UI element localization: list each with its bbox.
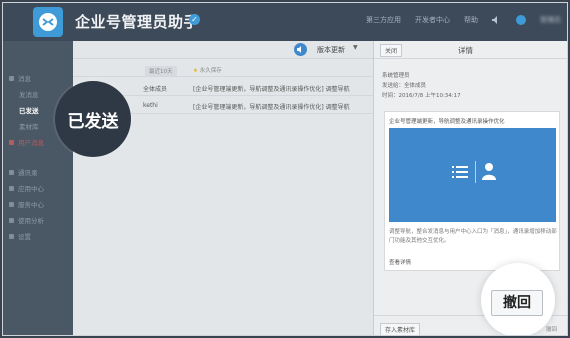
row-content: [企业号管理端更新，导航调整及通讯录操作优化] 调整导航 [193, 104, 350, 111]
sidebar-item-user-messages[interactable]: 用户消息 [9, 137, 44, 147]
detail-title: 详情 [458, 46, 473, 55]
sidebar-item-label: 素材库 [19, 123, 39, 131]
verified-icon: ✓ [189, 14, 200, 25]
services-icon [9, 201, 14, 207]
nav-link-third-party[interactable]: 第三方应用 [366, 15, 401, 25]
app-logo [33, 7, 63, 37]
row-target: 全体成员 [143, 86, 168, 93]
contact-icon [482, 163, 496, 180]
message-card[interactable]: 企业号管理端更新，导航调整及通讯录操作优化 调整导航，整合发消息与用户中心入口为… [384, 111, 560, 271]
detail-header: 关闭 详情 [374, 41, 567, 59]
filter-permanent[interactable]: ★ 永久保存 [193, 66, 222, 74]
chart-icon [9, 217, 14, 223]
sidebar: 消息 发消息 已发送 素材库 用户消息 通讯录 应用中心 服务中心 使用分析 设… [3, 41, 73, 335]
sidebar-item-materials[interactable]: 素材库 [19, 121, 39, 131]
sidebar-item-send[interactable]: 发消息 [19, 89, 39, 99]
sidebar-item-sent[interactable]: 已发送 [19, 105, 39, 115]
row-target: kethi [143, 102, 158, 109]
callout-label: 已发送 [67, 111, 119, 132]
sidebar-item-label: 使用分析 [18, 217, 44, 225]
chevron-down-icon[interactable]: ▼ [353, 44, 358, 51]
speaker-icon[interactable] [294, 43, 307, 56]
star-icon: ★ [193, 68, 198, 74]
sidebar-item-label: 通讯录 [18, 169, 38, 177]
sidebar-item-label: 已发送 [19, 107, 39, 115]
sidebar-item-messages[interactable]: 消息 [9, 73, 31, 83]
sidebar-item-apps[interactable]: 应用中心 [9, 183, 44, 193]
message-icon [9, 75, 14, 81]
list-icon [452, 166, 468, 178]
message-list-panel: 版本更新 ▼ 最近10天 ★ 永久保存 全体成员 [企业号管理端更新，导航调整及… [73, 41, 373, 335]
recall-button[interactable]: 撤回 [491, 290, 543, 316]
close-button[interactable]: 关闭 [380, 44, 403, 57]
top-nav: 第三方应用 开发者中心 帮助 管理员 [366, 15, 561, 25]
view-details-link[interactable]: 查看详情 [389, 258, 411, 266]
detail-sender: 系统管理员 [382, 73, 410, 79]
card-cover-image [389, 128, 556, 222]
app-title: 企业号管理员助手 [75, 13, 200, 31]
sidebar-item-label: 服务中心 [18, 201, 44, 209]
detail-time: 时间：2016/7/8 上午10:34:17 [382, 93, 461, 99]
divider [475, 161, 476, 183]
row-content: [企业号管理端更新，导航调整及通讯录操作优化] 调整导航 [193, 86, 350, 93]
card-title: 企业号管理端更新，导航调整及通讯录操作优化 [389, 119, 505, 125]
contacts-icon [9, 169, 14, 175]
sent-magnifier-callout: 已发送 [55, 81, 131, 157]
nav-link-help[interactable]: 帮助 [464, 15, 478, 25]
gear-icon [9, 233, 14, 239]
sidebar-item-settings[interactable]: 设置 [9, 231, 31, 241]
avatar[interactable] [516, 15, 526, 25]
apps-icon [9, 185, 14, 191]
list-toolbar: 版本更新 ▼ [73, 41, 373, 59]
sidebar-item-label: 用户消息 [18, 139, 44, 147]
filter-row: 最近10天 ★ 永久保存 [73, 65, 373, 77]
user-name[interactable]: 管理员 [540, 15, 561, 25]
filter-permanent-label: 永久保存 [199, 68, 222, 74]
sidebar-item-services[interactable]: 服务中心 [9, 199, 44, 209]
sidebar-item-label: 发消息 [19, 91, 39, 99]
sidebar-item-label: 设置 [18, 233, 31, 241]
version-update-label[interactable]: 版本更新 [317, 45, 345, 55]
sidebar-item-contacts[interactable]: 通讯录 [9, 167, 38, 177]
speaker-icon[interactable] [492, 16, 502, 24]
recall-link-small[interactable]: 撤回 [546, 325, 557, 333]
sidebar-item-label: 消息 [18, 75, 31, 83]
alert-icon [9, 139, 14, 145]
filter-recent[interactable]: 最近10天 [145, 66, 177, 76]
top-bar: 企业号管理员助手 ✓ 第三方应用 开发者中心 帮助 管理员 [3, 3, 567, 41]
save-to-materials-button[interactable]: 存入素材库 [380, 323, 421, 335]
app-window: 企业号管理员助手 ✓ 第三方应用 开发者中心 帮助 管理员 消息 发消息 已发送… [2, 2, 568, 336]
detail-recipients: 发送给：全体成员 [382, 83, 427, 89]
card-description: 调整导航，整合发消息与用户中心入口为「消息」，通讯录增加移动部门功能及其他交互优… [389, 229, 557, 244]
sidebar-item-label: 应用中心 [18, 185, 44, 193]
sidebar-item-analytics[interactable]: 使用分析 [9, 215, 44, 225]
logo-icon [39, 13, 57, 31]
nav-link-developer[interactable]: 开发者中心 [415, 15, 450, 25]
